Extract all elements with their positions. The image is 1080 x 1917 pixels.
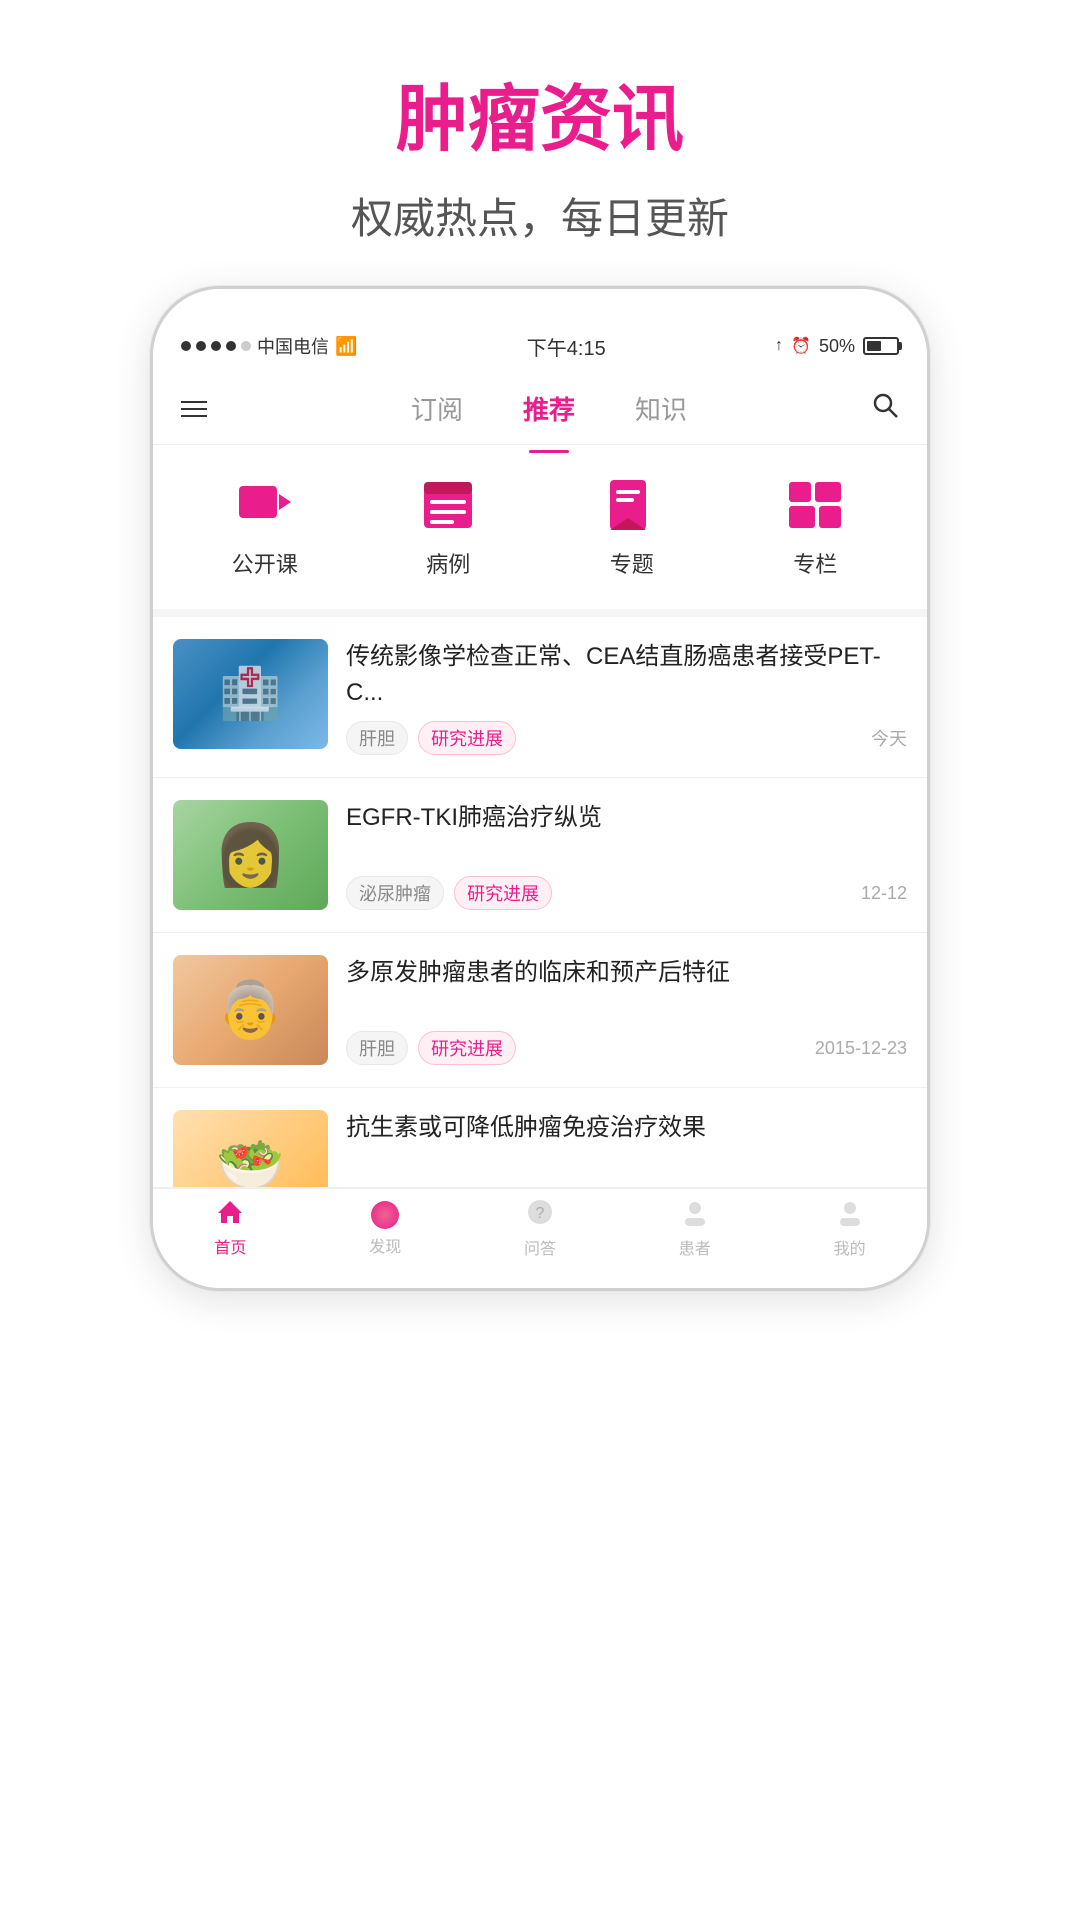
- news-content-2: EGFR-TKI肺癌治疗纵览 泌尿肿瘤 研究进展 12-12: [346, 800, 907, 910]
- category-label-case: 病例: [426, 547, 470, 579]
- nav-tabs-items: 订阅 推荐 知识: [235, 382, 863, 435]
- patient-icon: [681, 1198, 709, 1231]
- news-date-3: 2015-12-23: [815, 1038, 907, 1059]
- list-icon: [413, 475, 483, 535]
- news-thumb-3: [173, 955, 328, 1065]
- nav-profile[interactable]: 我的: [772, 1189, 927, 1268]
- news-item-4[interactable]: 抗生素或可降低肿瘤免疫治疗效果: [153, 1088, 927, 1188]
- status-right: ↑ ⏰ 50%: [775, 336, 899, 357]
- news-title-1: 传统影像学检查正常、CEA结直肠癌患者接受PET-C...: [346, 639, 907, 711]
- category-label-special: 专题: [610, 547, 654, 579]
- news-thumb-1: [173, 639, 328, 749]
- news-content-3: 多原发肿瘤患者的临床和预产后特征 肝胆 研究进展 2015-12-23: [346, 955, 907, 1065]
- alarm-icon: ⏰: [791, 336, 811, 356]
- news-tag-2-1: 研究进展: [454, 876, 552, 910]
- nav-discover-label: 发现: [369, 1233, 401, 1257]
- status-time: 下午4:15: [527, 332, 606, 361]
- page-title: 肿瘤资讯: [351, 60, 729, 165]
- menu-button[interactable]: [173, 393, 215, 425]
- nav-qa[interactable]: ? 问答: [463, 1189, 618, 1268]
- search-button[interactable]: [863, 383, 907, 434]
- bottom-nav: 首页 发现 ? 问答 患者: [153, 1188, 927, 1268]
- news-tag-3-0: 肝胆: [346, 1031, 408, 1065]
- news-item-3[interactable]: 多原发肿瘤患者的临床和预产后特征 肝胆 研究进展 2015-12-23: [153, 933, 927, 1088]
- page-header: 肿瘤资讯 权威热点，每日更新: [351, 0, 729, 286]
- video-icon: [230, 475, 300, 535]
- category-case[interactable]: 病例: [413, 475, 483, 579]
- nav-tabs: 订阅 推荐 知识: [153, 373, 927, 445]
- page-subtitle: 权威热点，每日更新: [351, 185, 729, 246]
- bookmark-icon: [597, 475, 667, 535]
- category-label-column: 专栏: [793, 547, 837, 579]
- category-column[interactable]: 专栏: [780, 475, 850, 579]
- nav-patient-label: 患者: [679, 1235, 711, 1259]
- battery-bar: [863, 337, 899, 355]
- nav-patient[interactable]: 患者: [617, 1189, 772, 1268]
- location-icon: ↑: [775, 337, 783, 355]
- category-special[interactable]: 专题: [597, 475, 667, 579]
- wifi-icon: 📶: [335, 336, 357, 357]
- news-tag-2-0: 泌尿肿瘤: [346, 876, 444, 910]
- nav-qa-label: 问答: [524, 1235, 556, 1259]
- status-bar: 中国电信 📶 下午4:15 ↑ ⏰ 50%: [153, 319, 927, 373]
- news-title-4: 抗生素或可降低肿瘤免疫治疗效果: [346, 1110, 907, 1146]
- battery-fill: [867, 341, 881, 351]
- nav-home-label: 首页: [214, 1234, 246, 1258]
- tab-subscribe[interactable]: 订阅: [411, 382, 463, 435]
- signal-dots: [181, 341, 251, 351]
- news-thumb-4: [173, 1110, 328, 1188]
- grid-icon: [780, 475, 850, 535]
- tab-recommend[interactable]: 推荐: [523, 382, 575, 435]
- news-thumb-2: [173, 800, 328, 910]
- news-list: 传统影像学检查正常、CEA结直肠癌患者接受PET-C... 肝胆 研究进展 今天…: [153, 617, 927, 1188]
- tab-knowledge[interactable]: 知识: [635, 382, 687, 435]
- nav-home[interactable]: 首页: [153, 1189, 308, 1268]
- svg-text:?: ?: [536, 1205, 545, 1222]
- news-item-1[interactable]: 传统影像学检查正常、CEA结直肠癌患者接受PET-C... 肝胆 研究进展 今天: [153, 617, 927, 778]
- news-date-2: 12-12: [861, 883, 907, 904]
- qa-icon: ?: [526, 1198, 554, 1231]
- news-title-2: EGFR-TKI肺癌治疗纵览: [346, 800, 907, 836]
- category-open-course[interactable]: 公开课: [230, 475, 300, 579]
- news-meta-1: 肝胆 研究进展 今天: [346, 721, 907, 755]
- news-title-3: 多原发肿瘤患者的临床和预产后特征: [346, 955, 907, 991]
- news-date-1: 今天: [871, 725, 907, 751]
- profile-icon: [836, 1198, 864, 1231]
- carrier-label: 中国电信: [257, 333, 329, 359]
- news-meta-2: 泌尿肿瘤 研究进展 12-12: [346, 876, 907, 910]
- category-row: 公开课 病例: [153, 445, 927, 617]
- home-icon: [216, 1199, 244, 1230]
- news-tag-3-1: 研究进展: [418, 1031, 516, 1065]
- status-left: 中国电信 📶: [181, 333, 357, 359]
- news-meta-3: 肝胆 研究进展 2015-12-23: [346, 1031, 907, 1065]
- discover-icon: [371, 1201, 399, 1229]
- news-content-4: 抗生素或可降低肿瘤免疫治疗效果: [346, 1110, 907, 1165]
- news-tag-1-0: 肝胆: [346, 721, 408, 755]
- news-content-1: 传统影像学检查正常、CEA结直肠癌患者接受PET-C... 肝胆 研究进展 今天: [346, 639, 907, 755]
- battery-percent: 50%: [819, 336, 855, 357]
- news-item-2[interactable]: EGFR-TKI肺癌治疗纵览 泌尿肿瘤 研究进展 12-12: [153, 778, 927, 933]
- news-tag-1-1: 研究进展: [418, 721, 516, 755]
- category-label-open-course: 公开课: [232, 547, 298, 579]
- nav-discover[interactable]: 发现: [308, 1189, 463, 1268]
- nav-profile-label: 我的: [834, 1235, 866, 1259]
- phone-shell: 中国电信 📶 下午4:15 ↑ ⏰ 50% 订阅 推荐 知识: [150, 286, 930, 1291]
